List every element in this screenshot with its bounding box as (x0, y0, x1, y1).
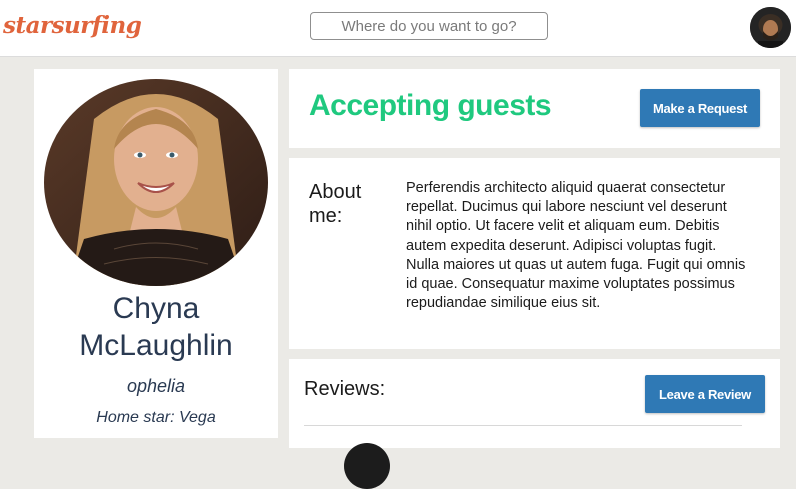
starsurfing-logo[interactable]: starsurfing (3, 12, 142, 39)
profile-name: Chyna McLaughlin (79, 292, 233, 362)
profile-photo-image (44, 79, 268, 286)
reviewer-avatar (344, 443, 390, 489)
about-text: Perferendis architecto aliquid quaerat c… (406, 180, 746, 312)
about-label: About me: (309, 181, 362, 227)
about-card: About me: Perferendis architecto aliquid… (289, 158, 780, 349)
profile-home-star: Home star: Vega (96, 409, 216, 426)
profile-username: ophelia (126, 376, 186, 396)
status-card: Accepting guests Make a Request (289, 69, 780, 148)
make-request-button[interactable]: Make a Request (640, 89, 760, 127)
profile-photo (44, 79, 268, 286)
reviews-title: Reviews: (304, 378, 386, 400)
user-avatar[interactable] (750, 7, 791, 48)
profile-card: Chyna McLaughlin ophelia Home star: Vega (34, 69, 278, 438)
reviews-card: Reviews: Leave a Review (289, 359, 780, 489)
top-nav-bar: starsurfing (0, 0, 796, 57)
reviews-divider (304, 425, 742, 426)
hosting-status: Accepting guests (309, 89, 552, 122)
search-input[interactable] (310, 12, 548, 40)
user-avatar-image (750, 7, 791, 48)
leave-review-button[interactable]: Leave a Review (645, 375, 765, 413)
